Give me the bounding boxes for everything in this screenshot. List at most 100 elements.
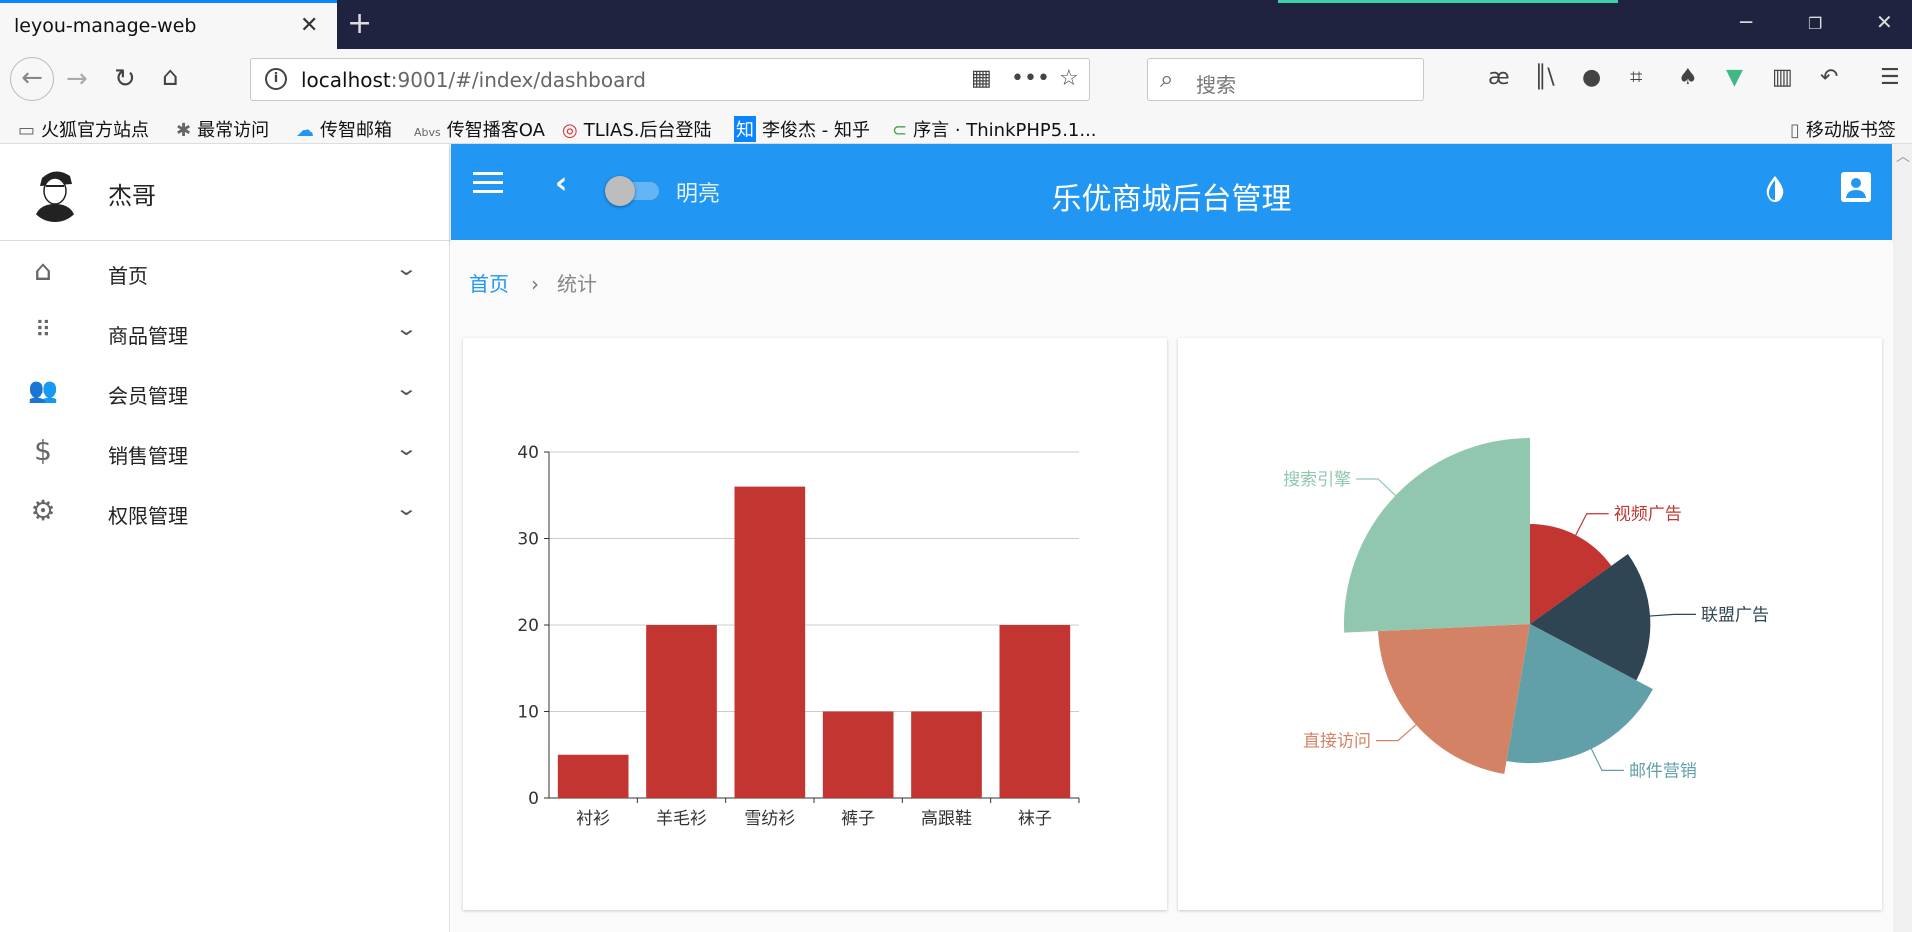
chat-icon[interactable]: ● [1582, 65, 1601, 90]
bar [646, 625, 717, 798]
bookmark-item[interactable]: ☁ 传智邮箱 [296, 116, 392, 142]
page-actions-icon[interactable]: ••• [1011, 66, 1050, 91]
y-tick-label: 30 [517, 530, 539, 550]
gear-icon: ✱ [176, 120, 192, 141]
pie-chart-card: 视频广告 联盟广告 邮件营销 直接访问 搜索引擎 [1178, 338, 1882, 910]
new-tab-icon[interactable]: + [347, 6, 372, 41]
grid-icon: ⠿ [34, 318, 52, 343]
bookmarks-bar: ▭ 火狐官方站点 ✱ 最常访问 ☁ 传智邮箱 Abvs 传智播客OA ◎ TLIAS.后台… [0, 110, 1912, 144]
bookmark-star-icon[interactable]: ☆ [1059, 66, 1079, 91]
sidebar-item-permissions[interactable]: ⚙ 权限管理 ⌄ [0, 484, 450, 544]
y-tick-label: 10 [517, 703, 539, 723]
sidebar-item-sales[interactable]: $ 销售管理 ⌄ [0, 424, 450, 484]
account-icon[interactable] [1841, 172, 1871, 202]
y-tick-label: 20 [517, 616, 539, 636]
username: 杰哥 [108, 182, 156, 210]
bookmark-item[interactable]: ✱ 最常访问 [176, 116, 269, 142]
restore-icon[interactable]: ❐ [1808, 14, 1822, 33]
oa-icon: Abvs [414, 126, 441, 139]
chevron-down-icon: ⌄ [394, 436, 419, 460]
browser-tab[interactable]: leyou-manage-web ✕ [0, 0, 337, 49]
chevron-down-icon: ⌄ [394, 256, 419, 280]
x-tick-label: 裤子 [841, 809, 875, 829]
sidebar-icon[interactable]: ▥ [1772, 65, 1793, 90]
home-icon[interactable]: ⌂ [162, 62, 179, 92]
screenshot-icon[interactable]: ⌗ [1630, 65, 1642, 90]
bar [734, 486, 806, 798]
menu-icon[interactable]: ☰ [1880, 65, 1900, 90]
sidebar-item-label: 权限管理 [108, 504, 188, 528]
evernote-icon[interactable]: ♠ [1678, 65, 1698, 90]
address-bar[interactable]: i localhost:9001/#/index/dashboard ▦ •••… [250, 58, 1090, 101]
sidebar-item-label: 首页 [108, 264, 148, 288]
scrollbar[interactable]: ︿ [1893, 144, 1912, 932]
main-content: 首页 › 统计 0 10 20 30 40 衬衫 羊毛衫 雪纺衫 裤子 高跟鞋 袜子 视频广告 联盟广告邮… [451, 240, 1892, 932]
search-icon: ⌕ [1160, 65, 1174, 93]
user-profile: 杰哥 [0, 144, 450, 241]
x-tick-label: 衬衫 [576, 809, 610, 829]
bar [557, 754, 629, 798]
breadcrumb: 首页 › 统计 [469, 268, 597, 297]
invert-colors-icon[interactable] [1763, 174, 1787, 204]
slice-label-line [1648, 613, 1697, 617]
pie-slice [1344, 438, 1530, 633]
y-tick-label: 0 [528, 789, 539, 809]
bookmark-item[interactable]: 知李俊杰 - 知乎 [734, 116, 870, 142]
sidebar-item-home[interactable]: ⌂ 首页 ⌄ [0, 244, 450, 304]
home-icon: ⌂ [34, 254, 52, 287]
chevron-down-icon: ⌄ [394, 376, 419, 400]
browser-nav-bar: ← → ↻ ⌂ i localhost:9001/#/index/dashboa… [0, 49, 1912, 110]
forward-icon[interactable]: → [66, 64, 88, 94]
scroll-up-icon[interactable]: ︿ [1896, 146, 1910, 166]
bookmark-item[interactable]: ◎ TLIAS.后台登陆 [562, 116, 712, 142]
slice-label: 搜索引擎 [1283, 470, 1351, 490]
site-info-icon[interactable]: i [265, 68, 287, 90]
library-icon[interactable]: ║\ [1534, 65, 1555, 90]
zhihu-icon: 知 [734, 116, 756, 142]
bar-chart-card: 0 10 20 30 40 衬衫 羊毛衫 雪纺衫 裤子 高跟鞋 袜子 [463, 338, 1167, 910]
sidebar-item-members[interactable]: 👥 会员管理 ⌄ [0, 364, 450, 424]
search-placeholder: 搜索 [1196, 73, 1236, 97]
vue-devtools-icon[interactable]: ▼ [1726, 65, 1743, 90]
bookmark-item[interactable]: ▭ 火狐官方站点 [18, 116, 149, 142]
slice-label-line [1376, 722, 1418, 742]
dollar-icon: $ [34, 434, 52, 467]
sidebar-item-label: 销售管理 [108, 444, 188, 468]
qrcode-icon[interactable]: ▦ [971, 66, 992, 91]
people-icon: 👥 [28, 376, 58, 404]
chevron-down-icon: ⌄ [394, 316, 419, 340]
page-title: 乐优商城后台管理 [1051, 182, 1292, 217]
sidebar-item-products[interactable]: ⠿ 商品管理 ⌄ [0, 304, 450, 364]
tab-title: leyou-manage-web [14, 15, 197, 37]
pie-slice [1378, 624, 1530, 774]
reader-icon[interactable]: æ [1488, 65, 1510, 90]
back-icon[interactable]: ← [10, 57, 54, 101]
undo-icon[interactable]: ↶ [1820, 65, 1838, 90]
x-tick-label: 雪纺衫 [744, 809, 795, 829]
tlias-icon: ◎ [562, 120, 578, 141]
settings-icon: ⚙ [30, 494, 56, 527]
folder-icon: ▭ [18, 120, 36, 141]
window-close-icon[interactable]: ✕ [1876, 10, 1893, 34]
phone-icon: ▯ [1790, 120, 1800, 141]
bar [999, 625, 1071, 798]
bar-chart: 0 10 20 30 40 衬衫 羊毛衫 雪纺衫 裤子 高跟鞋 袜子 [517, 443, 1080, 829]
chevron-right-icon: › [531, 272, 539, 296]
thinkphp-icon: ⊂ [892, 120, 908, 141]
app-toolbar: ‹ 明亮 乐优商城后台管理 [451, 144, 1892, 240]
close-tab-icon[interactable]: ✕ [300, 13, 318, 38]
reload-icon[interactable]: ↻ [114, 64, 136, 94]
slice-label: 联盟广告 [1701, 605, 1769, 625]
x-tick-label: 羊毛衫 [656, 809, 707, 829]
avatar[interactable] [28, 164, 82, 222]
browser-tab-bar: leyou-manage-web ✕ + ─ ❐ ✕ [0, 0, 1912, 49]
mobile-bookmarks[interactable]: ▯ 移动版书签 [1790, 116, 1896, 142]
minimize-icon[interactable]: ─ [1740, 10, 1752, 34]
pie-chart: 视频广告联盟广告邮件营销 直接访问 搜索引擎 [1283, 438, 1769, 781]
bookmark-item[interactable]: ⊂ 序言 · ThinkPHP5.1... [892, 116, 1097, 142]
slice-label: 视频广告 [1614, 505, 1682, 525]
breadcrumb-home[interactable]: 首页 [469, 272, 509, 296]
slice-label-line [1356, 478, 1398, 498]
search-bar[interactable]: ⌕ 搜索 [1147, 58, 1424, 101]
bookmark-item[interactable]: Abvs 传智播客OA [414, 116, 545, 142]
